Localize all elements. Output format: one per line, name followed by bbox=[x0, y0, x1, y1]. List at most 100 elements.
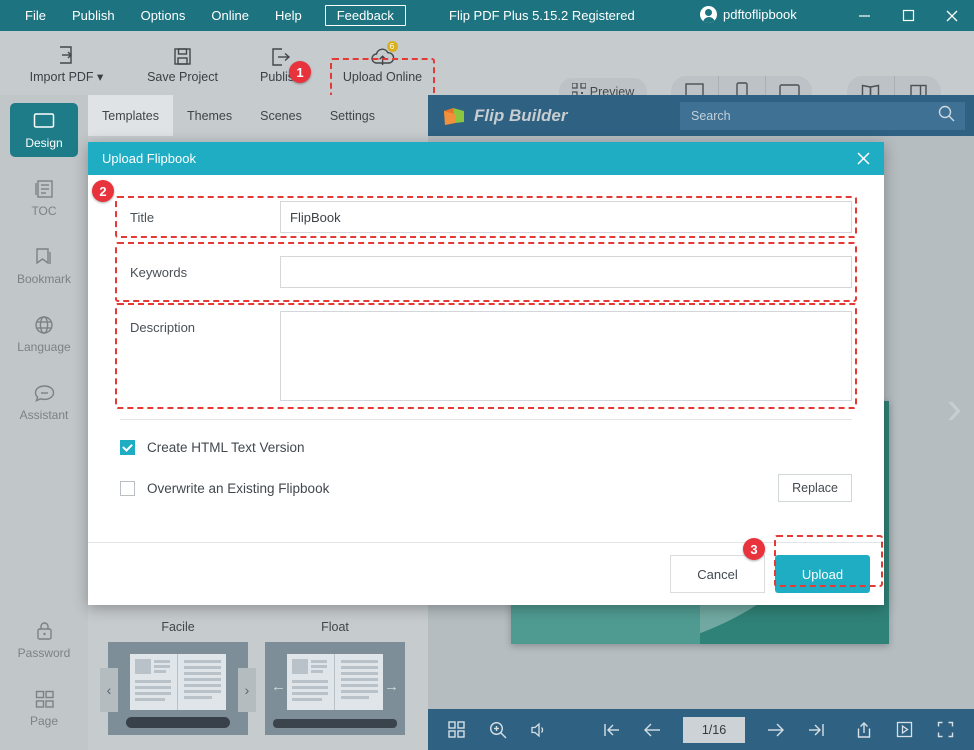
thumb-toolbar bbox=[126, 717, 230, 728]
sidebar-label-toc: TOC bbox=[31, 204, 56, 218]
slideshow-icon[interactable] bbox=[884, 709, 925, 750]
sidebar-item-toc[interactable]: TOC bbox=[10, 171, 78, 225]
template-thumb-facile[interactable]: ‹ › bbox=[108, 642, 248, 735]
close-icon[interactable] bbox=[930, 0, 974, 31]
left-sidebar: Design TOC Bookmark Language Assistant bbox=[0, 95, 88, 750]
dialog-divider bbox=[120, 419, 852, 420]
create-html-checkbox[interactable] bbox=[120, 440, 135, 455]
template-thumb-float[interactable]: ← → bbox=[265, 642, 405, 735]
lock-icon bbox=[35, 620, 54, 642]
tab-scenes[interactable]: Scenes bbox=[246, 95, 316, 136]
maximize-icon[interactable] bbox=[886, 0, 930, 31]
replace-button[interactable]: Replace bbox=[778, 474, 852, 502]
avatar-icon bbox=[700, 6, 717, 23]
flip-builder-logo-icon bbox=[442, 105, 468, 127]
viewer-toolbar: 1/16 bbox=[428, 709, 974, 750]
step-2-badge: 2 bbox=[92, 180, 114, 202]
thumb-next-arrow: → bbox=[384, 678, 399, 695]
app-window: File Publish Options Online Help Feedbac… bbox=[0, 0, 974, 750]
sound-icon[interactable] bbox=[518, 709, 559, 750]
publish-icon bbox=[270, 43, 292, 67]
tab-settings[interactable]: Settings bbox=[316, 95, 389, 136]
sidebar-item-bookmark[interactable]: Bookmark bbox=[10, 239, 78, 293]
feedback-button[interactable]: Feedback bbox=[325, 5, 406, 26]
app-title: Flip PDF Plus 5.15.2 Registered bbox=[449, 8, 635, 23]
sidebar-label-bookmark: Bookmark bbox=[17, 272, 71, 286]
keywords-input[interactable] bbox=[280, 256, 852, 288]
upload-online-label: Upload Online bbox=[343, 70, 422, 84]
step-1-badge: 1 bbox=[289, 61, 311, 83]
template-name-facile: Facile bbox=[108, 620, 248, 634]
dialog-body: Title Keywords Description bbox=[88, 175, 884, 401]
upload-online-button[interactable]: 6 Upload Online bbox=[330, 31, 435, 95]
menu-item-options[interactable]: Options bbox=[128, 5, 199, 26]
carousel-next-button[interactable]: › bbox=[238, 668, 256, 712]
keywords-field-label: Keywords bbox=[120, 256, 280, 280]
menu-item-publish[interactable]: Publish bbox=[59, 5, 128, 26]
thumb-toolbar bbox=[273, 719, 397, 728]
step-3-badge: 3 bbox=[743, 538, 765, 560]
sidebar-label-assistant: Assistant bbox=[20, 408, 69, 422]
first-page-icon[interactable] bbox=[591, 709, 632, 750]
menu-bar: File Publish Options Online Help Feedbac… bbox=[12, 5, 406, 26]
thumb-page-preview bbox=[287, 654, 383, 710]
thumb-page-preview bbox=[130, 654, 226, 710]
sidebar-item-design[interactable]: Design bbox=[10, 103, 78, 157]
title-input[interactable] bbox=[280, 201, 852, 233]
overwrite-checkbox[interactable] bbox=[120, 481, 135, 496]
template-name-float: Float bbox=[265, 620, 405, 634]
search-box[interactable] bbox=[680, 102, 965, 130]
search-icon[interactable] bbox=[938, 105, 955, 127]
create-html-row[interactable]: Create HTML Text Version bbox=[88, 440, 884, 455]
sidebar-label-page: Page bbox=[30, 714, 58, 728]
upload-count-badge: 6 bbox=[387, 41, 398, 52]
ribbon-toolbar: Import PDF ▾ Save Project Publish bbox=[0, 31, 974, 95]
title-field-label: Title bbox=[120, 201, 280, 225]
search-input[interactable] bbox=[680, 109, 938, 123]
bookmark-icon bbox=[34, 246, 54, 268]
menu-item-help[interactable]: Help bbox=[262, 5, 315, 26]
save-project-button[interactable]: Save Project bbox=[130, 31, 235, 95]
menu-item-file[interactable]: File bbox=[12, 5, 59, 26]
next-page-icon[interactable] bbox=[755, 709, 796, 750]
sidebar-label-design: Design bbox=[25, 136, 62, 150]
sidebar-item-password[interactable]: Password bbox=[10, 613, 78, 667]
carousel-prev-button[interactable]: ‹ bbox=[100, 668, 118, 712]
cloud-upload-icon: 6 bbox=[370, 43, 396, 67]
window-controls bbox=[842, 0, 974, 31]
chat-icon bbox=[34, 382, 55, 404]
tab-templates[interactable]: Templates bbox=[88, 95, 173, 136]
menu-item-online[interactable]: Online bbox=[198, 5, 262, 26]
tab-themes[interactable]: Themes bbox=[173, 95, 246, 136]
save-project-label: Save Project bbox=[147, 70, 218, 84]
overwrite-row[interactable]: Overwrite an Existing Flipbook Replace bbox=[88, 474, 884, 502]
dialog-header: Upload Flipbook bbox=[88, 142, 884, 175]
field-row-title: Title bbox=[120, 201, 852, 233]
template-thumbnails: Facile Float bbox=[95, 620, 421, 740]
description-textarea[interactable] bbox=[280, 311, 852, 401]
grid-icon bbox=[35, 688, 54, 710]
cancel-button[interactable]: Cancel bbox=[670, 555, 765, 593]
import-pdf-label: Import PDF ▾ bbox=[30, 69, 104, 84]
last-page-icon[interactable] bbox=[796, 709, 837, 750]
share-icon[interactable] bbox=[843, 709, 884, 750]
title-bar: File Publish Options Online Help Feedbac… bbox=[0, 0, 974, 31]
sidebar-item-language[interactable]: Language bbox=[10, 307, 78, 361]
sidebar-item-assistant[interactable]: Assistant bbox=[10, 375, 78, 429]
overwrite-label: Overwrite an Existing Flipbook bbox=[147, 481, 329, 496]
zoom-icon[interactable] bbox=[477, 709, 518, 750]
page-indicator[interactable]: 1/16 bbox=[683, 717, 745, 743]
minimize-icon[interactable] bbox=[842, 0, 886, 31]
account-info[interactable]: pdftoflipbook bbox=[700, 6, 797, 23]
toc-icon bbox=[34, 178, 54, 200]
field-row-keywords: Keywords bbox=[120, 256, 852, 288]
dialog-close-icon[interactable] bbox=[842, 142, 884, 175]
brand-bar: Flip Builder bbox=[428, 95, 974, 136]
thumbnails-icon[interactable] bbox=[436, 709, 477, 750]
next-page-chevron[interactable]: › bbox=[947, 384, 962, 430]
fullscreen-icon[interactable] bbox=[925, 709, 966, 750]
import-pdf-button[interactable]: Import PDF ▾ bbox=[14, 31, 119, 95]
prev-page-icon[interactable] bbox=[632, 709, 673, 750]
sidebar-item-page[interactable]: Page bbox=[10, 681, 78, 735]
upload-button[interactable]: Upload bbox=[775, 555, 870, 593]
